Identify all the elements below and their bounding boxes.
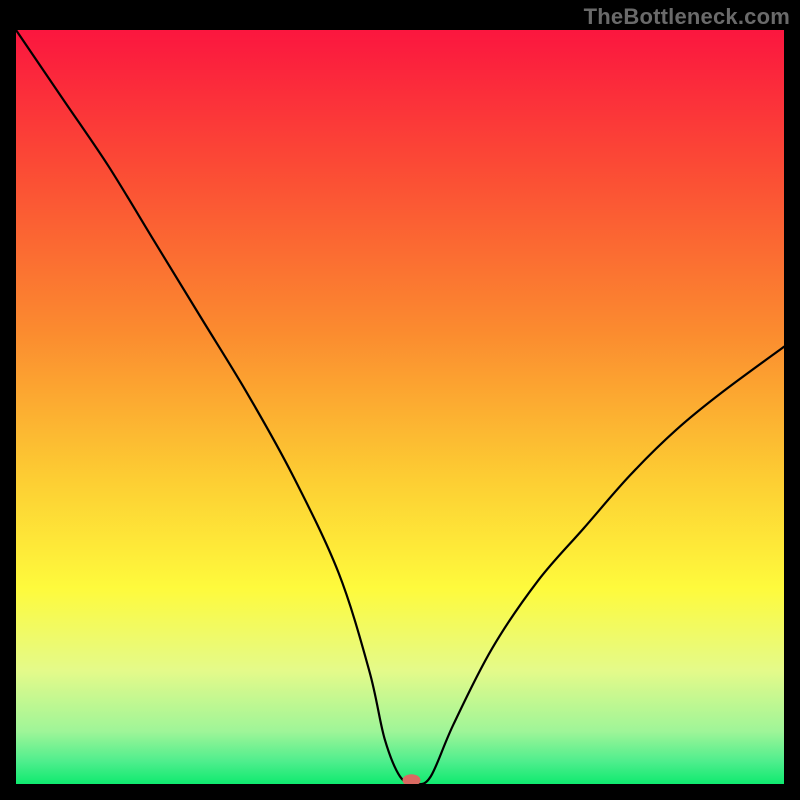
watermark-text: TheBottleneck.com — [584, 4, 790, 30]
chart-svg — [16, 30, 784, 784]
gradient-background — [16, 30, 784, 784]
plot-area — [16, 30, 784, 784]
chart-frame: TheBottleneck.com — [0, 0, 800, 800]
